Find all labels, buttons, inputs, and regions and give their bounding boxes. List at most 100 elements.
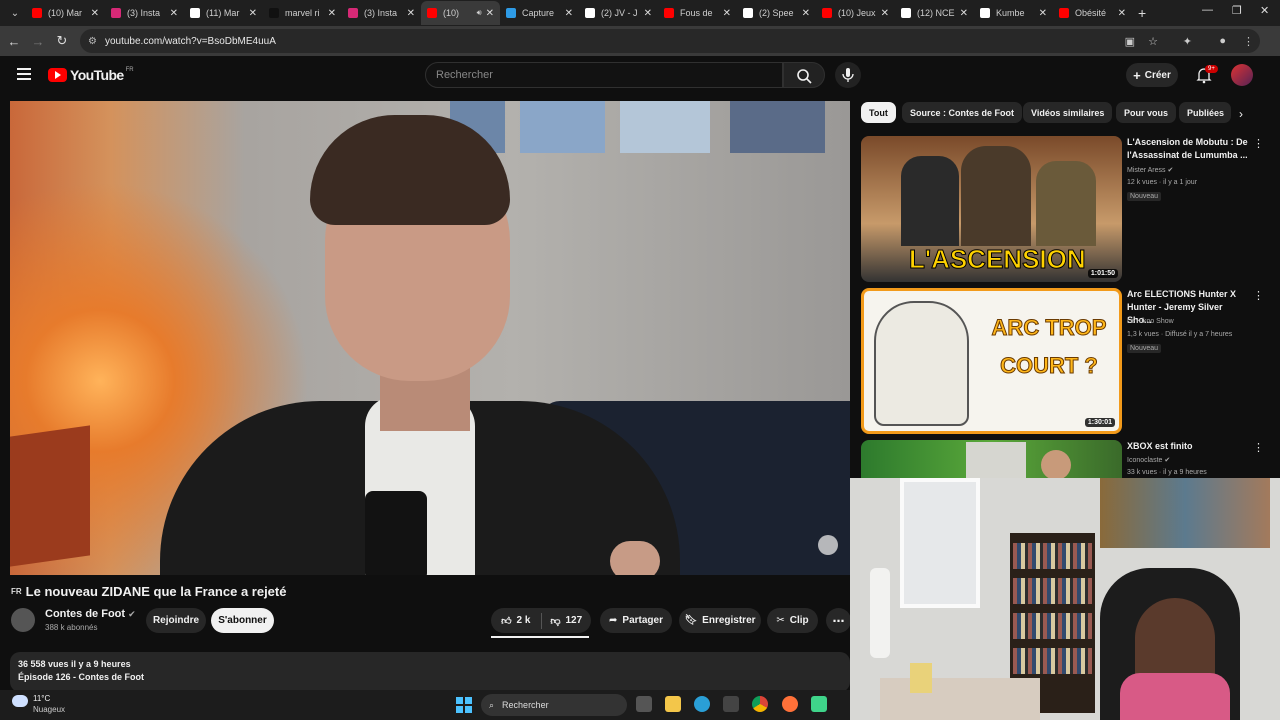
extensions-icon[interactable]: ✦ [1183, 35, 1192, 48]
more-options-icon[interactable]: ⋮ [1253, 441, 1264, 454]
save-button[interactable]: 🔖︎ Enregistrer [679, 608, 761, 633]
save-label: Enregistrer [702, 615, 756, 626]
more-dots-icon: ⋯ [832, 613, 845, 628]
new-tab-button[interactable]: + [1138, 5, 1146, 21]
filter-chip[interactable]: Publiées [1179, 102, 1231, 123]
filter-chip[interactable]: Pour vous [1116, 102, 1177, 123]
tab-close-icon[interactable]: ✕ [249, 8, 257, 19]
account-avatar[interactable] [1231, 64, 1253, 86]
voice-search-button[interactable] [835, 62, 861, 88]
browser-tab[interactable]: (2) Spee ✕ [737, 1, 816, 25]
dislike-button[interactable]: 👎︎ 127 [542, 615, 592, 627]
more-options-icon[interactable]: ⋮ [1253, 137, 1264, 150]
browser-tab[interactable]: Fous de ✕ [658, 1, 737, 25]
browser-tab[interactable]: marvel ri ✕ [263, 1, 342, 25]
bookmark-star-icon[interactable]: ☆ [1148, 35, 1158, 48]
search-input[interactable]: Rechercher [425, 62, 783, 88]
browser-tab[interactable]: Obésité ✕ [1053, 1, 1132, 25]
browser-tab[interactable]: (10) 🔊︎ ✕ [421, 1, 500, 25]
share-button[interactable]: ➦ Partager [600, 608, 672, 633]
tab-close-icon[interactable]: ✕ [328, 8, 336, 19]
tab-close-icon[interactable]: ✕ [170, 8, 178, 19]
search-icon [797, 69, 812, 84]
tab-close-icon[interactable]: ✕ [486, 8, 494, 19]
tab-close-icon[interactable]: ✕ [644, 8, 652, 19]
task-view-icon[interactable] [636, 696, 652, 712]
speaker-icon[interactable]: 🔊︎ [477, 8, 482, 18]
browser-tab[interactable]: (2) JV - J ✕ [579, 1, 658, 25]
tab-close-icon[interactable]: ✕ [960, 8, 968, 19]
file-explorer-icon[interactable] [665, 696, 681, 712]
filter-chip[interactable]: Source : Contes de Foot [902, 102, 1023, 123]
search-button[interactable] [783, 62, 825, 88]
tab-title: marvel ri [285, 8, 320, 18]
browser-tab[interactable]: Kumbe ✕ [974, 1, 1053, 25]
tab-close-icon[interactable]: ✕ [91, 8, 99, 19]
app-icon[interactable] [811, 696, 827, 712]
browser-tab[interactable]: (11) Mar ✕ [184, 1, 263, 25]
install-app-icon[interactable]: ▣ [1125, 35, 1135, 48]
weather-condition[interactable]: Nuageux [33, 705, 65, 714]
site-info-icon[interactable]: ⚙ [88, 36, 97, 47]
recommendation-title[interactable]: XBOX est finito [1127, 440, 1249, 453]
reload-icon[interactable]: ↻ [50, 33, 74, 49]
recommendation-channel[interactable]: Mister Aress ✔ [1127, 166, 1173, 174]
filter-chip[interactable]: Tout [861, 102, 896, 123]
browser-menu-icon[interactable]: ⋮ [1243, 35, 1254, 48]
tab-search-chevron-icon[interactable]: ⌄ [4, 2, 26, 24]
like-button[interactable]: 👍︎ 2 k [491, 615, 541, 627]
tab-close-icon[interactable]: ✕ [407, 8, 415, 19]
clip-button[interactable]: ✂ Clip [767, 608, 818, 633]
share-label: Partager [622, 615, 663, 626]
minimize-icon[interactable]: — [1202, 4, 1213, 16]
browser-tab[interactable]: (10) Jeux ✕ [816, 1, 895, 25]
more-options-icon[interactable]: ⋮ [1253, 289, 1264, 302]
forward-icon[interactable]: → [26, 34, 50, 49]
tab-close-icon[interactable]: ✕ [565, 8, 573, 19]
weather-temperature[interactable]: 11°C [33, 694, 50, 703]
recommendation-thumbnail[interactable]: ARC TROP COURT ? 1:30:01 [861, 288, 1122, 434]
menu-hamburger-icon[interactable] [17, 68, 31, 80]
more-actions-button[interactable]: ⋯ [826, 608, 851, 633]
windows-start-icon[interactable] [456, 697, 472, 713]
recommendation-thumbnail[interactable]: L'ASCENSION 1:01:50 [861, 136, 1122, 282]
browser-tab[interactable]: Capture ✕ [500, 1, 579, 25]
channel-watermark-icon[interactable] [818, 535, 838, 555]
chevron-right-icon[interactable]: › [1239, 107, 1243, 121]
video-player[interactable] [10, 101, 850, 575]
room-poster [1100, 478, 1270, 548]
tab-close-icon[interactable]: ✕ [881, 8, 889, 19]
youtube-logo[interactable]: YouTube FR [48, 67, 134, 83]
recommendation-channel[interactable]: Le Kikoo Show [1127, 318, 1174, 325]
browser-tab[interactable]: (12) NCE ✕ [895, 1, 974, 25]
store-icon[interactable] [723, 696, 739, 712]
browser-tab[interactable]: (10) Mar ✕ [26, 1, 105, 25]
create-button[interactable]: + Créer [1126, 63, 1178, 87]
browser-tab[interactable]: (3) Insta ✕ [342, 1, 421, 25]
profile-icon[interactable]: ● [1219, 35, 1226, 47]
restore-icon[interactable]: ❐ [1232, 4, 1242, 17]
edge-icon[interactable] [694, 696, 710, 712]
recommendation-thumbnail[interactable] [861, 440, 1122, 478]
tab-close-icon[interactable]: ✕ [802, 8, 810, 19]
tab-favicon-icon [822, 8, 832, 18]
channel-avatar[interactable] [11, 608, 35, 632]
url-field[interactable]: ⚙ youtube.com/watch?v=BsoDbME4uuA ▣ ☆ ✦ … [80, 29, 1260, 53]
channel-name[interactable]: Contes de Foot ✔ [45, 608, 136, 620]
firefox-icon[interactable] [782, 696, 798, 712]
tab-close-icon[interactable]: ✕ [723, 8, 731, 19]
cloud-icon[interactable] [12, 695, 28, 707]
tab-close-icon[interactable]: ✕ [1039, 8, 1047, 19]
recommendation-channel[interactable]: Iconoclaste ✔ [1127, 456, 1170, 464]
chrome-icon[interactable] [752, 696, 768, 712]
back-icon[interactable]: ← [2, 34, 26, 49]
browser-tab[interactable]: (3) Insta ✕ [105, 1, 184, 25]
filter-chip[interactable]: Vidéos similaires [1023, 102, 1113, 123]
tab-favicon-icon [269, 8, 279, 18]
subscribe-button[interactable]: S'abonner [211, 608, 274, 633]
join-button[interactable]: Rejoindre [146, 608, 206, 633]
taskbar-search[interactable]: ⌕ Rechercher [481, 694, 627, 716]
tab-close-icon[interactable]: ✕ [1118, 8, 1126, 19]
recommendation-title[interactable]: L'Ascension de Mobutu : De l'Assassinat … [1127, 136, 1249, 162]
close-window-icon[interactable]: ✕ [1260, 4, 1269, 17]
